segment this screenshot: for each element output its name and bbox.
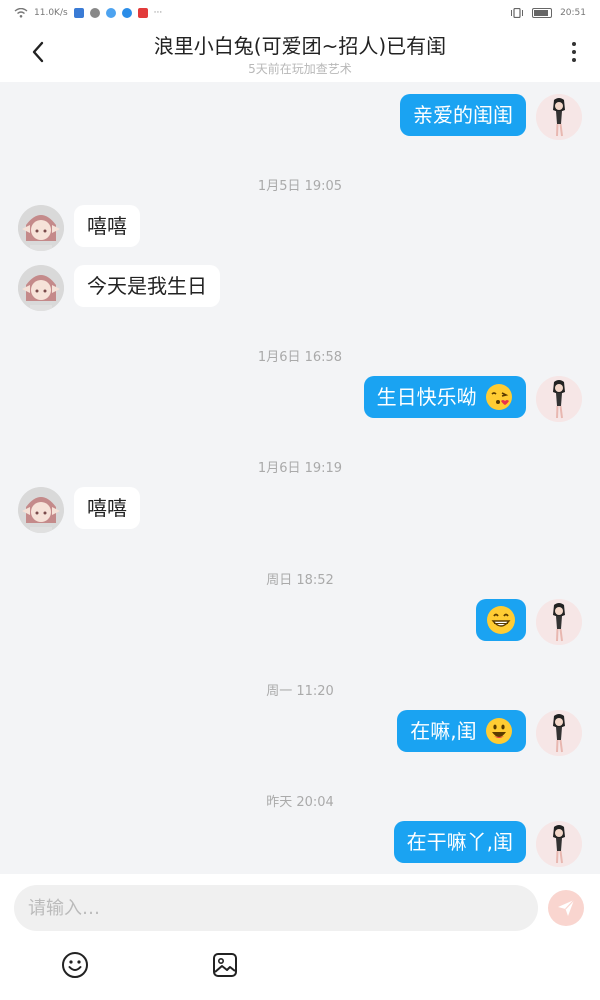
emoji-icon bbox=[62, 952, 88, 978]
kiss-emoji bbox=[486, 383, 512, 410]
message-bubble-outgoing[interactable]: 生日快乐呦 bbox=[363, 376, 526, 418]
chat-area[interactable]: 亲爱的闺闺 1月5日 19:05 嘻嘻 今天是我生日 1月6日 16:58 生日… bbox=[0, 82, 600, 874]
emoji-button[interactable] bbox=[60, 950, 90, 980]
message-timestamp: 周一 11:20 bbox=[266, 684, 334, 699]
more-options-button[interactable] bbox=[562, 38, 586, 66]
image-icon bbox=[213, 953, 237, 977]
message-text: 嘻嘻 bbox=[87, 214, 127, 238]
chat-subtitle: 5天前在玩加查艺术 bbox=[248, 62, 352, 76]
message-timestamp: 1月6日 16:58 bbox=[257, 350, 343, 365]
message-timestamp: 周日 18:52 bbox=[266, 573, 334, 588]
my-avatar[interactable] bbox=[536, 599, 582, 645]
more-notifications-icon: ··· bbox=[153, 8, 163, 18]
send-icon bbox=[558, 899, 575, 916]
message-bubble-outgoing[interactable]: 亲爱的闺闺 bbox=[400, 94, 526, 136]
battery-icon bbox=[532, 8, 553, 18]
grin-emoji bbox=[487, 605, 515, 634]
message-timestamp: 昨天 20:04 bbox=[266, 795, 334, 810]
message-bubble-incoming[interactable]: 嘻嘻 bbox=[74, 205, 140, 247]
app-notification-icon bbox=[73, 8, 84, 18]
message-bubble-outgoing[interactable] bbox=[476, 599, 526, 641]
message-text: 在嘛,闺 bbox=[410, 719, 477, 743]
message-bubble-outgoing[interactable]: 在干嘛丫,闺 bbox=[393, 821, 526, 863]
network-speed: 11.0K/s bbox=[34, 8, 68, 18]
message-bubble-outgoing[interactable]: 在嘛,闺 bbox=[397, 710, 526, 752]
message-bubble-incoming[interactable]: 今天是我生日 bbox=[74, 265, 220, 307]
message-input[interactable] bbox=[14, 885, 538, 931]
status-time: 20:51 bbox=[560, 8, 586, 18]
message-text: 嘻嘻 bbox=[87, 496, 127, 520]
more-vertical-icon bbox=[572, 42, 576, 46]
message-timestamp: 1月5日 19:05 bbox=[257, 179, 343, 194]
message-text: 亲爱的闺闺 bbox=[413, 103, 513, 127]
smile-emoji bbox=[486, 717, 512, 744]
message-text: 今天是我生日 bbox=[87, 274, 207, 298]
wifi-icon bbox=[14, 8, 28, 18]
input-area bbox=[0, 874, 600, 1000]
message-text: 在干嘛丫,闺 bbox=[406, 830, 513, 854]
message-timestamp: 1月6日 19:19 bbox=[257, 461, 343, 476]
status-right: 20:51 bbox=[510, 8, 586, 18]
friend-avatar[interactable] bbox=[18, 487, 64, 533]
message-bubble-incoming[interactable]: 嘻嘻 bbox=[74, 487, 140, 529]
send-button[interactable] bbox=[548, 890, 584, 926]
news-icon bbox=[137, 8, 148, 18]
cloud-icon bbox=[105, 8, 116, 18]
my-avatar[interactable] bbox=[536, 710, 582, 756]
chat-header: 浪里小白兔(可爱团~招人)已有闺 5天前在玩加查艺术 bbox=[0, 26, 600, 82]
my-avatar[interactable] bbox=[536, 821, 582, 867]
friend-avatar[interactable] bbox=[18, 205, 64, 251]
chat-title: 浪里小白兔(可爱团~招人)已有闺 bbox=[153, 34, 447, 58]
wechat-icon bbox=[89, 8, 100, 18]
status-bar: 11.0K/s ··· 20:51 bbox=[0, 0, 600, 26]
browser-icon bbox=[121, 8, 132, 18]
status-left: 11.0K/s ··· bbox=[14, 8, 162, 18]
message-text: 生日快乐呦 bbox=[376, 385, 477, 409]
vibrate-icon bbox=[511, 8, 524, 18]
my-avatar[interactable] bbox=[536, 94, 582, 140]
image-button[interactable] bbox=[210, 950, 240, 980]
friend-avatar[interactable] bbox=[18, 265, 64, 311]
my-avatar[interactable] bbox=[536, 376, 582, 422]
